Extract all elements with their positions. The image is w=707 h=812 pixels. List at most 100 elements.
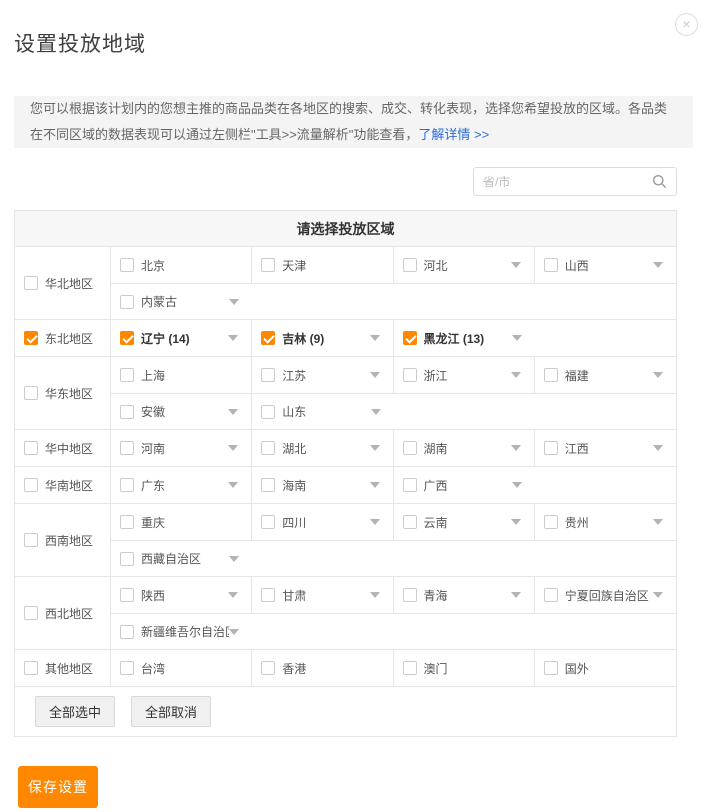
province-cell[interactable]: 西藏自治区 (111, 541, 252, 576)
region-checkbox[interactable] (24, 331, 38, 345)
region-checkbox[interactable] (24, 441, 38, 455)
chevron-down-icon[interactable] (653, 262, 663, 268)
province-checkbox[interactable] (261, 258, 275, 272)
chevron-down-icon[interactable] (229, 629, 239, 635)
province-checkbox[interactable] (120, 441, 134, 455)
chevron-down-icon[interactable] (228, 482, 238, 488)
province-checkbox[interactable] (544, 515, 558, 529)
province-cell[interactable]: 天津 (252, 247, 393, 283)
province-cell[interactable]: 国外 (535, 650, 676, 686)
province-cell[interactable]: 辽宁 (14) (111, 320, 252, 356)
province-cell[interactable]: 北京 (111, 247, 252, 283)
region-checkbox-cell[interactable]: 其他地区 (15, 650, 111, 686)
province-cell[interactable]: 吉林 (9) (252, 320, 393, 356)
province-cell[interactable]: 河南 (111, 430, 252, 466)
chevron-down-icon[interactable] (511, 592, 521, 598)
learn-more-link[interactable]: 了解详情 >> (418, 127, 489, 142)
chevron-down-icon[interactable] (229, 299, 239, 305)
province-checkbox[interactable] (544, 258, 558, 272)
province-checkbox[interactable] (261, 331, 275, 345)
province-checkbox[interactable] (403, 258, 417, 272)
province-checkbox[interactable] (261, 478, 275, 492)
province-checkbox[interactable] (403, 478, 417, 492)
province-cell[interactable]: 澳门 (394, 650, 535, 686)
region-checkbox-cell[interactable]: 西南地区 (15, 504, 111, 576)
province-cell[interactable]: 上海 (111, 357, 252, 393)
province-checkbox[interactable] (120, 258, 134, 272)
chevron-down-icon[interactable] (371, 409, 381, 415)
province-cell[interactable]: 广东 (111, 467, 252, 503)
province-checkbox[interactable] (120, 552, 134, 566)
region-checkbox[interactable] (24, 533, 38, 547)
province-checkbox[interactable] (544, 368, 558, 382)
province-checkbox[interactable] (544, 441, 558, 455)
province-cell[interactable]: 湖南 (394, 430, 535, 466)
province-cell[interactable]: 香港 (252, 650, 393, 686)
region-checkbox-cell[interactable]: 华东地区 (15, 357, 111, 429)
province-checkbox[interactable] (403, 368, 417, 382)
chevron-down-icon[interactable] (511, 372, 521, 378)
magnifier-icon[interactable] (652, 174, 667, 189)
province-cell[interactable]: 山西 (535, 247, 676, 283)
province-cell[interactable]: 安徽 (111, 394, 252, 429)
chevron-down-icon[interactable] (653, 519, 663, 525)
province-checkbox[interactable] (120, 478, 134, 492)
province-checkbox[interactable] (120, 405, 134, 419)
province-cell[interactable]: 重庆 (111, 504, 252, 540)
province-cell[interactable]: 福建 (535, 357, 676, 393)
province-checkbox[interactable] (403, 515, 417, 529)
chevron-down-icon[interactable] (370, 445, 380, 451)
region-checkbox[interactable] (24, 386, 38, 400)
province-cell[interactable]: 云南 (394, 504, 535, 540)
province-cell[interactable]: 甘肃 (252, 577, 393, 613)
chevron-down-icon[interactable] (370, 519, 380, 525)
region-checkbox-cell[interactable]: 华南地区 (15, 467, 111, 503)
province-checkbox[interactable] (261, 515, 275, 529)
chevron-down-icon[interactable] (511, 262, 521, 268)
region-checkbox[interactable] (24, 478, 38, 492)
chevron-down-icon[interactable] (511, 445, 521, 451)
chevron-down-icon[interactable] (370, 372, 380, 378)
province-checkbox[interactable] (261, 588, 275, 602)
province-checkbox[interactable] (403, 441, 417, 455)
province-checkbox[interactable] (120, 295, 134, 309)
province-checkbox[interactable] (544, 588, 558, 602)
province-cell[interactable]: 河北 (394, 247, 535, 283)
chevron-down-icon[interactable] (228, 335, 238, 341)
chevron-down-icon[interactable] (370, 335, 380, 341)
chevron-down-icon[interactable] (512, 482, 522, 488)
province-cell[interactable]: 浙江 (394, 357, 535, 393)
province-cell[interactable]: 江西 (535, 430, 676, 466)
province-checkbox[interactable] (261, 368, 275, 382)
province-checkbox[interactable] (403, 661, 417, 675)
province-cell[interactable]: 黑龙江 (13) (394, 320, 535, 356)
province-cell[interactable]: 广西 (394, 467, 535, 503)
province-cell[interactable]: 内蒙古 (111, 284, 252, 319)
province-cell[interactable]: 新疆维吾尔自治区 (111, 614, 252, 649)
chevron-down-icon[interactable] (653, 592, 663, 598)
province-cell[interactable]: 青海 (394, 577, 535, 613)
province-checkbox[interactable] (120, 625, 134, 639)
chevron-down-icon[interactable] (228, 409, 238, 415)
chevron-down-icon[interactable] (512, 335, 522, 341)
province-checkbox[interactable] (261, 661, 275, 675)
province-cell[interactable]: 海南 (252, 467, 393, 503)
region-checkbox-cell[interactable]: 华北地区 (15, 247, 111, 319)
chevron-down-icon[interactable] (653, 372, 663, 378)
cancel-all-button[interactable]: 全部取消 (131, 696, 211, 727)
province-cell[interactable]: 陕西 (111, 577, 252, 613)
search-input[interactable] (483, 175, 652, 189)
province-cell[interactable]: 贵州 (535, 504, 676, 540)
chevron-down-icon[interactable] (370, 482, 380, 488)
province-cell[interactable]: 宁夏回族自治区 (535, 577, 676, 613)
province-checkbox[interactable] (120, 368, 134, 382)
region-checkbox[interactable] (24, 661, 38, 675)
chevron-down-icon[interactable] (228, 592, 238, 598)
region-checkbox[interactable] (24, 606, 38, 620)
province-checkbox[interactable] (544, 661, 558, 675)
province-checkbox[interactable] (403, 331, 417, 345)
province-checkbox[interactable] (261, 405, 275, 419)
chevron-down-icon[interactable] (511, 519, 521, 525)
region-checkbox-cell[interactable]: 东北地区 (15, 320, 111, 356)
province-checkbox[interactable] (261, 441, 275, 455)
